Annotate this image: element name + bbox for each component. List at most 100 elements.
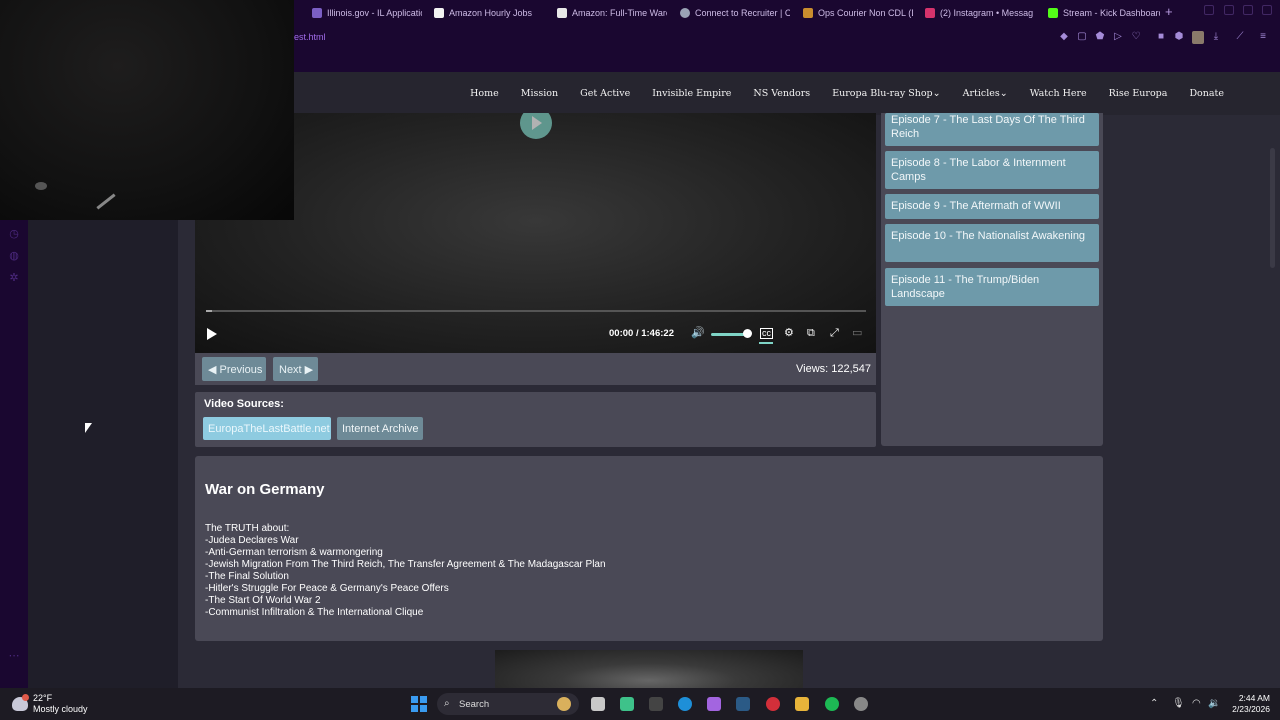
illinois-favicon-icon: [312, 8, 322, 18]
tab-amazon-fulltime[interactable]: Amazon: Full-Time Ware: [557, 4, 667, 22]
player-icon[interactable]: ▷: [1113, 32, 1123, 42]
nav-get-active[interactable]: Get Active: [580, 88, 630, 99]
nav-bluray-shop[interactable]: Europa Blu-ray Shop⌄: [832, 88, 940, 99]
opera-gx-icon[interactable]: [766, 697, 780, 711]
nav-invisible-empire[interactable]: Invisible Empire: [652, 88, 731, 99]
profile-avatar[interactable]: [1192, 31, 1204, 44]
episode-description: The TRUTH about: -Judea Declares War -An…: [205, 523, 606, 619]
episode-8-item[interactable]: Episode 8 - The Labor & Internment Camps: [885, 151, 1099, 189]
vpn-shield-icon[interactable]: ⬟: [1095, 32, 1105, 42]
cast-icon[interactable]: ▭: [852, 327, 862, 339]
tab-illinois[interactable]: Illinois.gov - IL Applicatio: [312, 4, 422, 22]
volume-icon[interactable]: 🔊: [691, 327, 705, 339]
tab-amazon-hourly[interactable]: Amazon Hourly Jobs: [434, 4, 544, 22]
steam-icon[interactable]: [736, 697, 750, 711]
next-button[interactable]: Next ▶: [273, 357, 318, 381]
system-clock[interactable]: 2:44 AM 2/23/2026: [1226, 693, 1270, 715]
clock-time: 2:44 AM: [1238, 693, 1270, 703]
nav-mission[interactable]: Mission: [521, 88, 558, 99]
nav-articles[interactable]: Articles⌄: [963, 88, 1008, 99]
volume-slider[interactable]: [711, 333, 747, 336]
edge-browser-icon[interactable]: [678, 697, 692, 711]
store-app-icon[interactable]: [620, 697, 634, 711]
kick-favicon-icon: [1048, 8, 1058, 18]
download-icon[interactable]: ⤓: [1211, 32, 1221, 42]
wifi-icon[interactable]: ◠: [1192, 698, 1201, 709]
video-time: 00:00 / 1:46:22: [609, 328, 674, 339]
tab-kick-dashboard[interactable]: Stream - Kick Dashboard: [1048, 4, 1160, 22]
source-archive-button[interactable]: Internet Archive: [337, 417, 423, 440]
settings-gear-icon[interactable]: ⚙: [784, 327, 794, 339]
close-window-icon[interactable]: [1262, 5, 1272, 15]
new-tab-button[interactable]: +: [1165, 4, 1173, 19]
maximize-icon[interactable]: [1243, 5, 1253, 15]
weather-widget[interactable]: 22°F Mostly cloudy: [33, 693, 88, 715]
big-play-icon[interactable]: [520, 113, 552, 139]
nav-donate[interactable]: Donate: [1189, 88, 1224, 99]
notification-badge-icon: [22, 694, 29, 701]
task-view-icon[interactable]: [591, 697, 605, 711]
popout-icon[interactable]: ⧉: [807, 327, 815, 339]
fullscreen-icon[interactable]: ⤢: [830, 327, 839, 339]
episode-10-item[interactable]: Episode 10 - The Nationalist Awakening: [885, 224, 1099, 262]
minimize-icon[interactable]: [1224, 5, 1234, 15]
tab-connect-recruiter[interactable]: Connect to Recruiter | C: [680, 4, 790, 22]
speaker-icon[interactable]: 🔉: [1208, 698, 1220, 709]
volume-knob[interactable]: [743, 329, 752, 338]
cover-image: [495, 650, 803, 688]
bookmark-icon[interactable]: ◆: [1059, 32, 1069, 42]
page-scrollbar[interactable]: [1270, 148, 1275, 268]
video-player[interactable]: 00:00 / 1:46:22 🔊 cc ⚙ ⧉ ⤢ ▭: [195, 113, 876, 353]
app-with-badge-icon[interactable]: [854, 697, 868, 711]
video-sources-title: Video Sources:: [204, 398, 284, 410]
description-line: The TRUTH about:: [205, 523, 290, 534]
description-line: -Jewish Migration From The Third Reich, …: [205, 559, 606, 570]
twitch-icon[interactable]: ■: [1156, 32, 1166, 42]
spotify-icon[interactable]: [825, 697, 839, 711]
heart-icon[interactable]: ♡: [1131, 32, 1141, 42]
windows-start-icon[interactable]: [411, 696, 427, 712]
amazon-favicon-icon: [434, 8, 444, 18]
globe-favicon-icon: [680, 8, 690, 18]
more-icon[interactable]: ⋯: [8, 650, 20, 662]
progress-buffer: [206, 310, 212, 312]
snapshot-icon[interactable]: ▢: [1077, 32, 1087, 42]
search-icon: ⌕: [444, 698, 450, 709]
ai-icon[interactable]: ⟋: [1231, 32, 1249, 42]
menu-icon[interactable]: ≡: [1258, 32, 1268, 42]
view-count: Views: 122,547: [796, 363, 872, 375]
weather-temperature: 22°F: [33, 693, 53, 703]
copilot-icon[interactable]: [707, 697, 721, 711]
history-icon[interactable]: ◷: [8, 228, 20, 240]
captions-icon[interactable]: cc: [760, 328, 773, 339]
microphone-icon[interactable]: 🎙: [1172, 698, 1185, 709]
nav-ns-vendors[interactable]: NS Vendors: [753, 88, 810, 99]
file-explorer-icon[interactable]: [795, 697, 809, 711]
url-text[interactable]: est.html: [294, 32, 326, 42]
tab-instagram[interactable]: (2) Instagram • Messag: [925, 4, 1035, 22]
messenger-icon[interactable]: ◍: [8, 250, 20, 262]
extensions-icon[interactable]: ⬢: [1174, 32, 1184, 42]
webcam-highlight: [35, 182, 47, 190]
nav-rise-europa[interactable]: Rise Europa: [1109, 88, 1168, 99]
settings-icon[interactable]: ✲: [8, 272, 20, 284]
epic-games-icon[interactable]: [649, 697, 663, 711]
nav-watch-here[interactable]: Watch Here: [1030, 88, 1087, 99]
episode-title: War on Germany: [205, 481, 325, 498]
video-progress-bar[interactable]: [206, 310, 866, 312]
description-line: -Judea Declares War: [205, 535, 299, 546]
nav-home[interactable]: Home: [470, 88, 499, 99]
search-highlight-icon[interactable]: [557, 697, 571, 711]
episode-11-item[interactable]: Episode 11 - The Trump/Biden Landscape: [885, 268, 1099, 306]
previous-button[interactable]: ◀ Previous: [202, 357, 266, 381]
play-icon[interactable]: [207, 328, 217, 340]
tab-ops-courier[interactable]: Ops Courier Non CDL (D: [803, 4, 913, 22]
search-tabs-icon[interactable]: [1204, 5, 1214, 15]
clock-date: 2/23/2026: [1232, 704, 1270, 714]
chevron-down-icon: ⌄: [999, 88, 1008, 99]
description-line: -The Start Of World War 2: [205, 595, 321, 606]
episode-9-item[interactable]: Episode 9 - The Aftermath of WWII: [885, 194, 1099, 219]
source-europa-button[interactable]: EuropaTheLastBattle.net: [203, 417, 331, 440]
episode-7-item[interactable]: Episode 7 - The Last Days Of The Third R…: [885, 113, 1099, 146]
tray-expand-icon[interactable]: ⌃: [1150, 698, 1158, 709]
